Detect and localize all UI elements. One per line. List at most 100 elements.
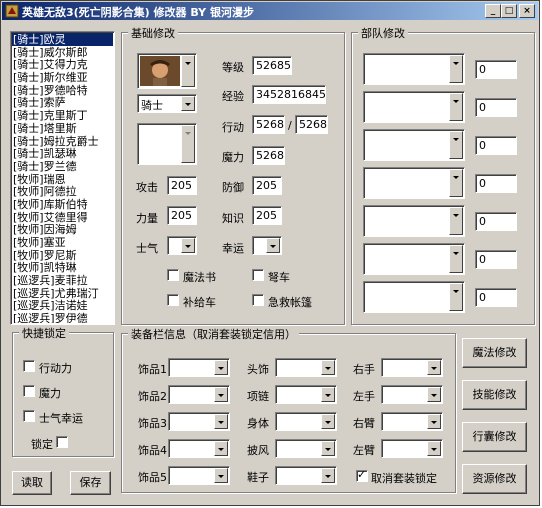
hero-list-item[interactable]: [巡逻兵]麦菲拉 xyxy=(12,274,113,287)
equip-trinket3-label: 饰品3 xyxy=(138,417,167,430)
hero-list[interactable]: [骑士]欧灵 [骑士]威尔斯郎 [骑士]艾得力克 [骑士]斯尔维亚 [骑士]罗德哈特 [骑… xyxy=(12,33,113,323)
lock-morale-checkbox[interactable] xyxy=(23,410,35,422)
luck-select[interactable] xyxy=(252,236,282,255)
ammocart-label: 补给车 xyxy=(183,296,216,309)
equip-left-hand-select[interactable] xyxy=(381,385,443,404)
army-slot-count[interactable]: 0 xyxy=(475,60,517,79)
save-button[interactable]: 保存 xyxy=(70,471,111,495)
specialty-select[interactable] xyxy=(137,123,197,165)
army-slot-select[interactable] xyxy=(363,281,465,313)
hero-list-item[interactable]: [巡逻兵]罗伊德 xyxy=(12,312,113,323)
ballista-checkbox[interactable] xyxy=(252,269,264,281)
equip-trinket2-select[interactable] xyxy=(168,385,230,404)
army-slot-count[interactable]: 0 xyxy=(475,174,517,193)
army-slot-select[interactable] xyxy=(363,243,465,275)
lock-mana-checkbox[interactable] xyxy=(23,385,35,397)
hero-list-item[interactable]: [骑士]欧灵 xyxy=(12,33,113,46)
defense-input[interactable]: 205 xyxy=(252,176,282,195)
hero-list-item[interactable]: [牧师]阿德拉 xyxy=(12,185,113,198)
hero-list-item[interactable]: [骑士]索萨 xyxy=(12,96,113,110)
read-button[interactable]: 读取 xyxy=(12,471,52,495)
equip-boots-label: 鞋子 xyxy=(247,471,269,484)
lock-mana-label: 魔力 xyxy=(39,387,61,400)
quicklock-group-title: 快捷锁定 xyxy=(19,325,69,341)
equip-trinket4-select[interactable] xyxy=(168,439,230,458)
hero-list-item[interactable]: [牧师]艾德里得 xyxy=(12,211,113,224)
army-slot-count[interactable]: 0 xyxy=(475,212,517,231)
army-slot-count[interactable]: 0 xyxy=(475,250,517,269)
equip-boots-select[interactable] xyxy=(275,466,337,485)
hero-list-item[interactable]: [巡逻兵]洁诺娃 xyxy=(12,299,113,313)
move-label: 行动 xyxy=(222,121,244,134)
spellbook-checkbox[interactable] xyxy=(167,269,179,281)
class-select[interactable]: 骑士 xyxy=(137,94,197,113)
army-slot-count[interactable]: 0 xyxy=(475,288,517,307)
equip-necklace-select[interactable] xyxy=(275,385,337,404)
mana-input[interactable]: 52685 xyxy=(252,146,285,165)
lock-move-checkbox[interactable] xyxy=(23,360,35,372)
exp-input[interactable]: 3452816845 xyxy=(252,85,326,104)
morale-select[interactable] xyxy=(167,236,197,255)
equip-trinket5-select[interactable] xyxy=(168,466,230,485)
minimize-button[interactable]: _ xyxy=(485,4,501,18)
equip-body-select[interactable] xyxy=(275,412,337,431)
equip-trinket1-select[interactable] xyxy=(168,358,230,377)
level-label: 等级 xyxy=(222,61,244,74)
attack-input[interactable]: 205 xyxy=(167,176,197,195)
army-slot-select[interactable] xyxy=(363,167,465,199)
equip-cloak-select[interactable] xyxy=(275,439,337,458)
window-title: 英雄无敌3(死亡阴影合集) 修改器 BY 银河漫步 xyxy=(22,6,254,19)
title-bar[interactable]: 英雄无敌3(死亡阴影合集) 修改器 BY 银河漫步 _ □ × xyxy=(2,2,538,20)
equip-trinket3-select[interactable] xyxy=(168,412,230,431)
equip-necklace-label: 项链 xyxy=(247,390,269,403)
equip-group-title: 装备栏信息（取消套装锁定信用） xyxy=(128,326,299,342)
hero-list-item[interactable]: [骑士]艾得力克 xyxy=(12,58,113,72)
hero-list-item[interactable]: [骑士]姆拉克爵士 xyxy=(12,135,113,148)
equip-right-arm-select[interactable] xyxy=(381,412,443,431)
move-input[interactable]: 52685 xyxy=(252,115,285,134)
equip-right-hand-label: 右手 xyxy=(353,363,375,376)
power-input[interactable]: 205 xyxy=(167,206,197,225)
maximize-button[interactable]: □ xyxy=(501,4,517,18)
hero-list-item[interactable]: [牧师]因海姆 xyxy=(12,223,113,236)
magic-edit-button[interactable]: 魔法修改 xyxy=(462,338,527,368)
equip-cloak-label: 披风 xyxy=(247,444,269,457)
level-input[interactable]: 52685 xyxy=(252,56,292,75)
army-slot-select[interactable] xyxy=(363,129,465,161)
defense-label: 防御 xyxy=(222,181,244,194)
skill-edit-button[interactable]: 技能修改 xyxy=(462,380,527,410)
equip-helm-select[interactable] xyxy=(275,358,337,377)
cancel-set-lock-checkbox[interactable] xyxy=(356,468,368,482)
hero-list-item[interactable]: [骑士]凯瑟琳 xyxy=(12,147,113,160)
hero-list-item[interactable]: [牧师]罗尼斯 xyxy=(12,249,113,262)
firstaid-checkbox[interactable] xyxy=(252,294,264,306)
hero-list-item[interactable]: [骑士]罗兰德 xyxy=(12,160,113,173)
hero-portrait-select[interactable] xyxy=(137,53,197,89)
bag-edit-button[interactable]: 行囊修改 xyxy=(462,422,527,452)
hero-list-item[interactable]: [牧师]凯特琳 xyxy=(12,261,113,275)
lock-checkbox[interactable] xyxy=(56,436,68,448)
hero-list-item[interactable]: [骑士]威尔斯郎 xyxy=(12,46,113,59)
move-max-input[interactable]: 52685 xyxy=(295,115,328,134)
hero-list-item[interactable]: [骑士]斯尔维亚 xyxy=(12,71,113,84)
resource-edit-button[interactable]: 资源修改 xyxy=(462,464,527,494)
army-slot-select[interactable] xyxy=(363,91,465,123)
army-slot-select[interactable] xyxy=(363,205,465,237)
hero-list-item[interactable]: [牧师]瑞恩 xyxy=(12,173,113,186)
close-button[interactable]: × xyxy=(519,4,535,18)
army-slot-select[interactable] xyxy=(363,53,465,85)
equip-right-hand-select[interactable] xyxy=(381,358,443,377)
hero-list-item[interactable]: [牧师]塞亚 xyxy=(12,236,113,249)
equip-left-arm-select[interactable] xyxy=(381,439,443,458)
equip-trinket4-label: 饰品4 xyxy=(138,444,167,457)
knowledge-input[interactable]: 205 xyxy=(252,206,282,225)
hero-list-item[interactable]: [骑士]塔里斯 xyxy=(12,122,113,135)
hero-list-item[interactable]: [骑士]克里斯丁 xyxy=(12,109,113,122)
army-slot-count[interactable]: 0 xyxy=(475,136,517,155)
hero-list-item[interactable]: [骑士]罗德哈特 xyxy=(12,84,113,97)
hero-list-item[interactable]: [巡逻兵]尤弗瑞汀 xyxy=(12,287,113,300)
army-slot-count[interactable]: 0 xyxy=(475,98,517,117)
firstaid-label: 急救帐篷 xyxy=(268,296,312,309)
hero-list-item[interactable]: [牧师]库斯伯特 xyxy=(12,198,113,211)
ammocart-checkbox[interactable] xyxy=(167,294,179,306)
